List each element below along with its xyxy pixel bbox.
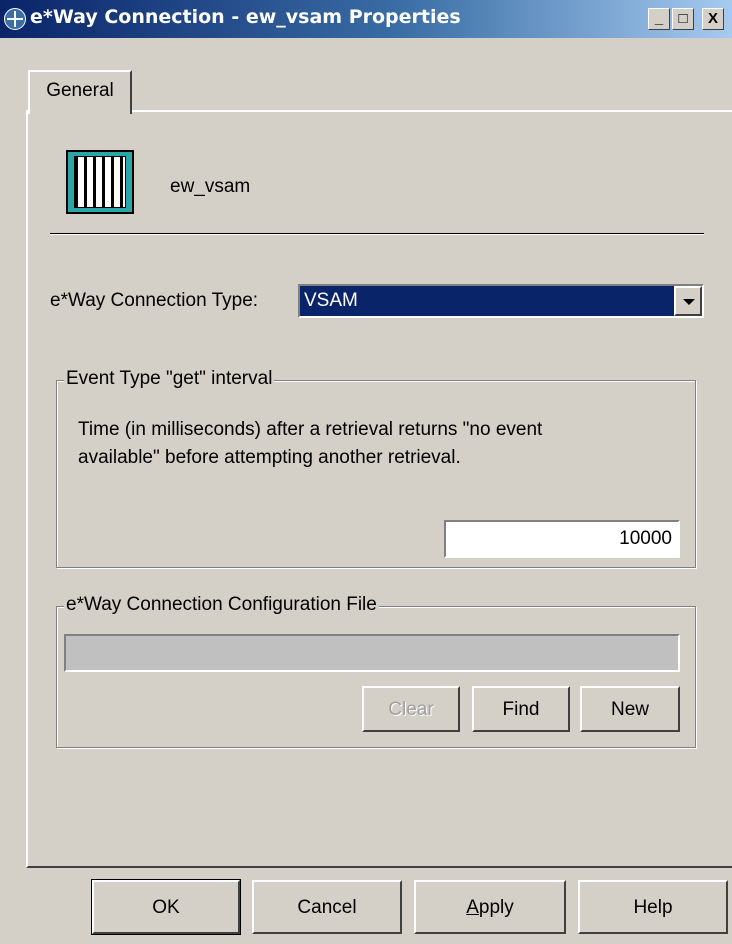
connection-type-select[interactable]: VSAM	[298, 284, 704, 318]
interval-description: Time (in milliseconds) after a retrieval…	[78, 419, 543, 468]
maximize-button[interactable]: □	[672, 8, 694, 30]
eway-connection-icon	[66, 150, 134, 214]
tab-general[interactable]: General	[28, 70, 132, 114]
ok-button[interactable]: OK	[91, 879, 241, 935]
new-button[interactable]: New	[580, 686, 680, 732]
chevron-down-icon[interactable]	[674, 286, 702, 316]
header-divider	[50, 233, 704, 235]
interval-group-legend: Event Type "get" interval	[64, 368, 275, 390]
apply-mnemonic: A	[466, 897, 479, 918]
minimize-button[interactable]: _	[648, 8, 670, 30]
object-name: ew_vsam	[170, 176, 251, 197]
interval-input[interactable]: 10000	[444, 520, 680, 558]
help-button[interactable]: Help	[578, 880, 728, 934]
close-button[interactable]: X	[702, 8, 724, 30]
connection-type-label: e*Way Connection Type:	[50, 290, 259, 311]
cancel-button[interactable]: Cancel	[252, 880, 402, 934]
config-file-legend: e*Way Connection Configuration File	[64, 594, 379, 616]
title-bar[interactable]: e*Way Connection - ew_vsam Properties _ …	[0, 0, 732, 38]
clear-button[interactable]: Clear	[362, 686, 460, 732]
apply-label-rest: pply	[478, 897, 514, 918]
find-button[interactable]: Find	[472, 686, 570, 732]
window-title: e*Way Connection - ew_vsam Properties	[30, 6, 461, 28]
connection-type-value: VSAM	[304, 290, 358, 311]
apply-button[interactable]: Apply	[414, 880, 566, 934]
globe-icon	[4, 8, 26, 30]
config-file-input[interactable]	[64, 634, 680, 672]
